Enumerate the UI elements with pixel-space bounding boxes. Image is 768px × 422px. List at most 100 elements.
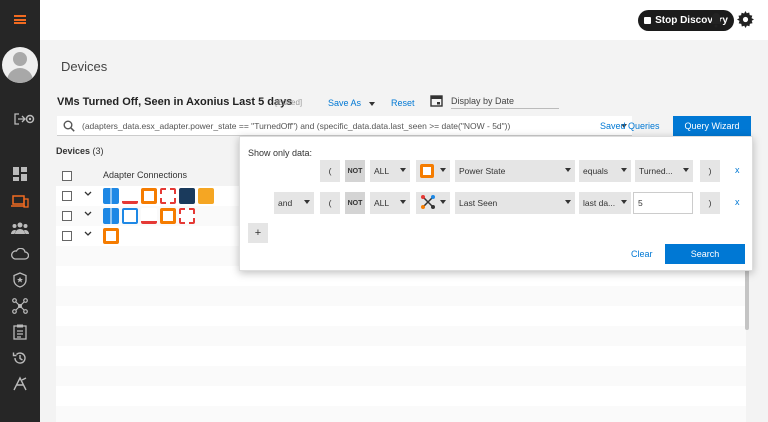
menu-icon[interactable] <box>14 15 26 24</box>
select-all-checkbox[interactable] <box>62 171 72 181</box>
calendar-icon[interactable] <box>430 94 443 110</box>
chevron-down-icon <box>440 200 446 204</box>
chevron-down-icon <box>400 168 406 172</box>
chevron-down-icon <box>621 168 627 172</box>
row-checkbox[interactable] <box>62 231 72 241</box>
operator-select[interactable]: equals <box>579 160 631 182</box>
fortinet-adapter-icon <box>160 188 176 204</box>
search-button[interactable]: Search <box>665 244 745 264</box>
clear-button[interactable]: Clear <box>631 249 653 259</box>
chevron-down-icon[interactable] <box>83 229 93 242</box>
operator-value: equals <box>583 166 609 176</box>
table-row-empty <box>56 366 746 386</box>
operator-select[interactable]: last da... <box>579 192 631 214</box>
orange-adapter-icon <box>198 188 214 204</box>
close-paren-button[interactable]: ) <box>700 192 720 214</box>
sidebar <box>0 0 40 422</box>
scope-value: ALL <box>374 198 390 208</box>
query-search-bar[interactable]: (adapters_data.esx_adapter.power_state =… <box>57 116 632 136</box>
remove-row-button[interactable]: x <box>735 165 740 175</box>
logic-select[interactable]: and <box>274 192 314 214</box>
network-icon[interactable] <box>10 296 30 316</box>
bell-icon[interactable] <box>709 12 723 31</box>
gear-icon[interactable] <box>737 11 754 31</box>
cloud-icon[interactable] <box>10 244 30 264</box>
query-wizard-button[interactable]: Query Wizard <box>673 116 751 136</box>
table-row-empty <box>56 306 746 326</box>
adapter-icons <box>103 228 119 244</box>
devices-count-label: Devices (3) <box>56 146 104 156</box>
value-select[interactable]: Turned... <box>635 160 693 182</box>
saved-queries-link[interactable]: Saved Queries <box>600 121 660 131</box>
top-bar: Stop Discovery <box>40 0 768 40</box>
query-text[interactable]: (adapters_data.esx_adapter.power_state =… <box>82 121 510 131</box>
crowdstrike-adapter-icon <box>141 208 157 224</box>
crowdstrike-adapter-icon <box>122 188 138 204</box>
row-checkbox[interactable] <box>62 191 72 201</box>
value-text: Turned... <box>639 166 673 176</box>
settings-small-icon[interactable] <box>20 109 40 129</box>
row-checkbox[interactable] <box>62 211 72 221</box>
page-title: Devices <box>61 59 108 74</box>
field-select[interactable]: Power State <box>455 160 575 182</box>
field-value: Last Seen <box>459 198 498 208</box>
instances-icon[interactable] <box>10 374 30 394</box>
table-row-empty <box>56 386 746 406</box>
users-icon[interactable] <box>10 218 30 238</box>
adapter-icons <box>103 188 214 204</box>
open-paren-button[interactable]: ( <box>320 192 340 214</box>
display-by-date-input[interactable]: Display by Date <box>451 96 559 109</box>
chevron-down-icon[interactable] <box>83 189 93 202</box>
search-icon <box>63 120 75 135</box>
field-select[interactable]: Last Seen <box>455 192 575 214</box>
table-row-empty <box>56 406 746 422</box>
enforcement-icon[interactable] <box>10 270 30 290</box>
scope-select[interactable]: ALL <box>370 192 410 214</box>
remove-row-button[interactable]: x <box>735 197 740 207</box>
add-filter-button[interactable]: + <box>248 223 268 243</box>
show-only-label: Show only data: <box>248 148 313 158</box>
table-row-empty <box>56 286 746 306</box>
chevron-down-icon <box>621 200 627 204</box>
filter-row-2: and ( NOT ALL Last Seen last da... 5 ) x <box>274 192 744 214</box>
save-as-label: Save As <box>328 98 362 108</box>
close-paren-button[interactable]: ) <box>700 160 720 182</box>
adapter-icons <box>103 208 195 224</box>
devices-label: Devices <box>56 146 91 156</box>
scrollbar[interactable] <box>745 268 749 330</box>
history-icon[interactable] <box>10 348 30 368</box>
column-header-adapters[interactable]: Adapter Connections <box>103 170 187 180</box>
chevron-down-icon[interactable] <box>83 209 93 222</box>
dashboard-icon[interactable] <box>10 164 30 184</box>
avatar[interactable] <box>2 47 38 83</box>
adapter-select[interactable] <box>416 192 450 214</box>
not-toggle[interactable]: NOT <box>345 160 365 182</box>
chevron-down-icon <box>400 200 406 204</box>
scope-select[interactable]: ALL <box>370 160 410 182</box>
save-as-button[interactable]: Save As <box>328 98 375 108</box>
reports-icon[interactable] <box>10 322 30 342</box>
windows-adapter-icon <box>103 208 119 224</box>
chevron-down-icon <box>683 168 689 172</box>
value-input[interactable]: 5 <box>633 192 693 214</box>
esx-adapter-icon <box>141 188 157 204</box>
operator-value: last da... <box>583 198 616 208</box>
devices-icon[interactable] <box>10 192 30 212</box>
adapter-select[interactable] <box>416 160 450 182</box>
fortinet-adapter-icon <box>179 208 195 224</box>
query-name: VMs Turned Off, Seen in Axonius Last 5 d… <box>57 96 293 108</box>
table-row-empty <box>56 326 746 346</box>
chevron-down-icon <box>304 200 310 204</box>
filter-row-1: ( NOT ALL Power State equals Turned... )… <box>274 160 744 182</box>
scope-value: ALL <box>374 166 390 176</box>
chevron-down-icon <box>565 200 571 204</box>
windows-adapter-icon <box>103 188 119 204</box>
not-toggle[interactable]: NOT <box>345 192 365 214</box>
reset-button[interactable]: Reset <box>391 98 415 108</box>
chevron-down-icon <box>565 168 571 172</box>
stop-icon <box>644 17 652 24</box>
table-row-empty <box>56 346 746 366</box>
blue-adapter-icon <box>122 208 138 224</box>
open-paren-button[interactable]: ( <box>320 160 340 182</box>
chevron-down-icon <box>440 168 446 172</box>
